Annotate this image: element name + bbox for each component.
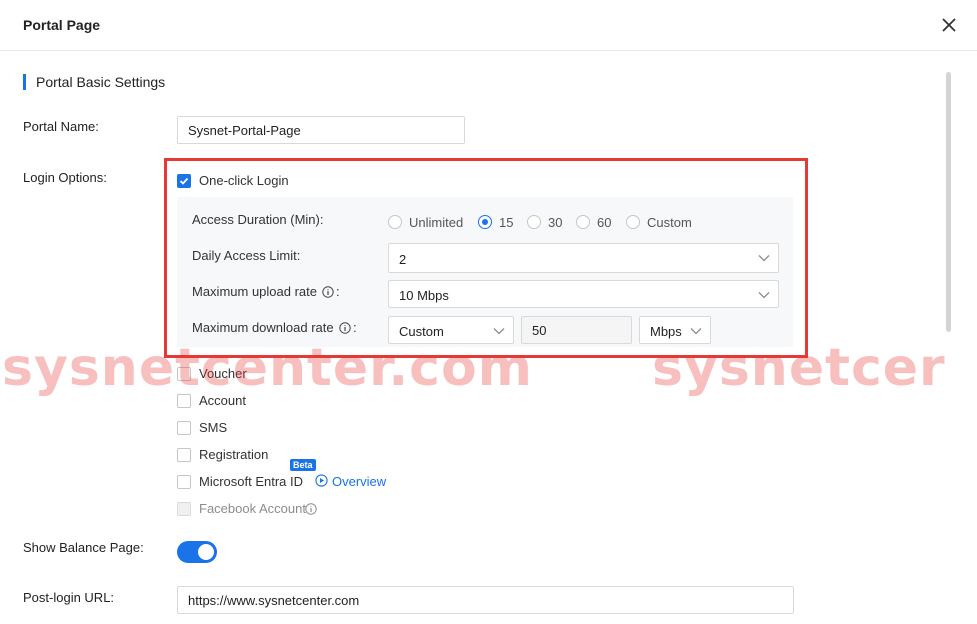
info-icon[interactable] — [305, 503, 317, 515]
portal-name-input[interactable] — [177, 116, 465, 144]
radio-unlimited-label: Unlimited — [409, 215, 464, 230]
entra-id-label: Microsoft Entra ID — [199, 474, 304, 489]
one-click-login-label: One-click Login — [199, 173, 289, 188]
download-mode-select[interactable]: Custom — [388, 316, 514, 344]
checkmark-icon — [179, 177, 189, 185]
download-rate-input[interactable] — [521, 316, 632, 344]
radio-30[interactable] — [527, 215, 541, 229]
scrollbar[interactable] — [946, 72, 951, 332]
chevron-down-icon — [690, 328, 702, 335]
chevron-down-icon — [758, 255, 770, 262]
dialog-title: Portal Page — [23, 17, 101, 33]
download-rate-label: Maximum download rate — [192, 320, 334, 335]
toggle-knob — [198, 544, 214, 560]
download-unit-select[interactable]: Mbps — [639, 316, 711, 344]
registration-label: Registration — [199, 447, 269, 462]
download-rate-colon: : — [353, 320, 357, 335]
watermark-right: sysnetcer — [652, 338, 946, 398]
dialog-header: Portal Page — [0, 0, 977, 51]
show-balance-page-label: Show Balance Page: — [23, 540, 144, 555]
radio-15[interactable] — [478, 215, 492, 229]
login-options-label: Login Options: — [23, 170, 107, 185]
watermark-left: sysnetcenter.com — [2, 338, 533, 398]
facebook-account-checkbox[interactable] — [177, 502, 191, 516]
upload-rate-label: Maximum upload rate — [192, 284, 317, 299]
daily-access-limit-value: 2 — [399, 252, 407, 267]
one-click-login-checkbox[interactable] — [177, 174, 191, 188]
access-duration-label: Access Duration (Min): — [192, 212, 324, 227]
section-title: Portal Basic Settings — [23, 74, 165, 90]
beta-badge: Beta — [290, 459, 316, 471]
upload-rate-colon: : — [336, 284, 340, 299]
voucher-label: Voucher — [199, 366, 247, 381]
account-checkbox[interactable] — [177, 394, 191, 408]
entra-id-checkbox[interactable] — [177, 475, 191, 489]
registration-checkbox[interactable] — [177, 448, 191, 462]
download-mode-value: Custom — [399, 324, 444, 339]
radio-15-label: 15 — [499, 215, 514, 230]
upload-rate-select[interactable]: 10 Mbps — [388, 280, 779, 308]
portal-page-dialog: Portal Page Portal Basic Settings Portal… — [0, 0, 977, 624]
radio-60-label: 60 — [597, 215, 612, 230]
close-icon[interactable] — [938, 14, 960, 36]
info-icon[interactable] — [339, 322, 351, 334]
upload-rate-value: 10 Mbps — [399, 288, 449, 303]
radio-custom-label: Custom — [647, 215, 692, 230]
post-login-url-label: Post-login URL: — [23, 590, 115, 605]
info-icon[interactable] — [322, 286, 334, 298]
download-unit-value: Mbps — [650, 324, 682, 339]
voucher-checkbox[interactable] — [177, 367, 191, 381]
show-balance-page-toggle[interactable] — [177, 541, 217, 563]
play-circle-icon[interactable] — [315, 474, 328, 487]
sms-label: SMS — [199, 420, 228, 435]
portal-name-label: Portal Name: — [23, 119, 99, 134]
account-label: Account — [199, 393, 246, 408]
overview-link[interactable]: Overview — [332, 474, 386, 489]
post-login-url-input[interactable] — [177, 586, 794, 614]
chevron-down-icon — [758, 292, 770, 299]
sms-checkbox[interactable] — [177, 421, 191, 435]
radio-30-label: 30 — [548, 215, 563, 230]
radio-unlimited[interactable] — [388, 215, 402, 229]
radio-custom[interactable] — [626, 215, 640, 229]
facebook-account-label: Facebook Account — [199, 501, 306, 516]
daily-access-limit-label: Daily Access Limit: — [192, 248, 301, 263]
radio-60[interactable] — [576, 215, 590, 229]
daily-access-limit-select[interactable]: 2 — [388, 243, 779, 273]
chevron-down-icon — [493, 328, 505, 335]
